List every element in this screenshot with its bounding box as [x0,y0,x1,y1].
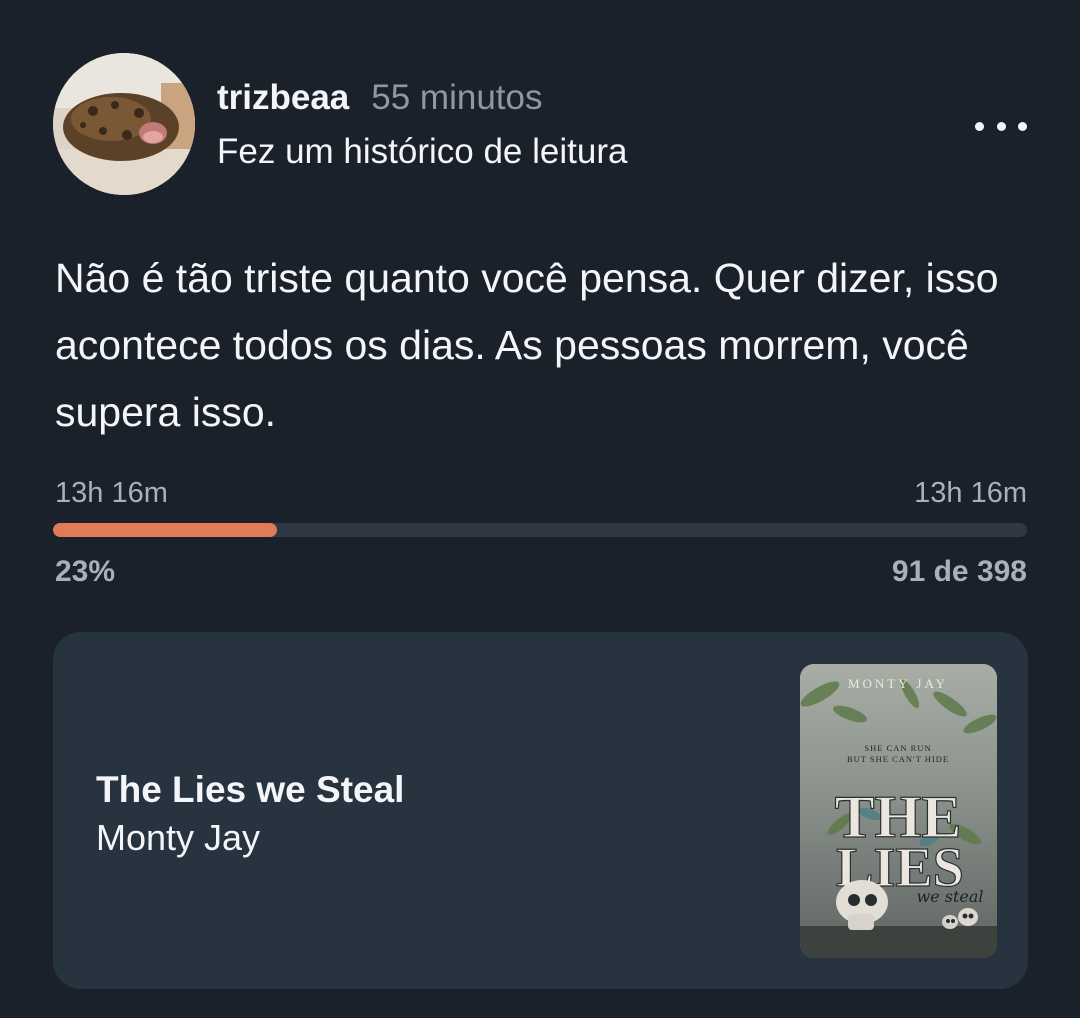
more-horizontal-icon [996,121,1006,131]
more-horizontal-icon [975,121,984,131]
reading-update-post: trizbeaa 55 minutos Fez um histórico de … [0,0,1080,1018]
more-options-button[interactable] [975,112,1027,140]
progress-pages: 91 de 398 [891,555,1027,588]
book-cover-image: MONTY JAY SHE CAN RUN BUT SHE CAN'T HIDE… [800,664,997,958]
avatar[interactable] [53,53,195,195]
book-title[interactable]: The Lies we Steal [96,769,404,811]
progress-percent: 23% [55,555,116,588]
book-author[interactable]: Monty Jay [96,817,260,859]
book-cover[interactable]: MONTY JAY SHE CAN RUN BUT SHE CAN'T HIDE… [800,664,997,958]
skull-icon [958,908,978,926]
reading-progress-fill [53,523,278,537]
reading-progress-bar [53,523,1027,537]
post-time: 55 minutos [371,78,543,117]
book-card[interactable]: The Lies we Steal Monty Jay MONTY JAY SH… [53,632,1028,989]
skull-icon [942,915,958,929]
post-header: trizbeaa 55 minutos [217,78,543,118]
username[interactable]: trizbeaa [217,78,349,118]
time-remaining-label: 13h 16m [914,477,1027,509]
more-horizontal-icon [1018,121,1027,131]
cover-tagline-1: SHE CAN RUN [864,743,931,753]
cover-tagline-2: BUT SHE CAN'T HIDE [847,754,949,764]
post-quote: Não é tão triste quanto você pensa. Quer… [55,255,999,435]
cover-author-text: MONTY JAY [848,676,948,691]
cover-title-3: we steal [916,887,983,906]
post-action: Fez um histórico de leitura [217,132,628,171]
time-read-label: 13h 16m [55,477,168,509]
avatar-image [53,53,195,195]
